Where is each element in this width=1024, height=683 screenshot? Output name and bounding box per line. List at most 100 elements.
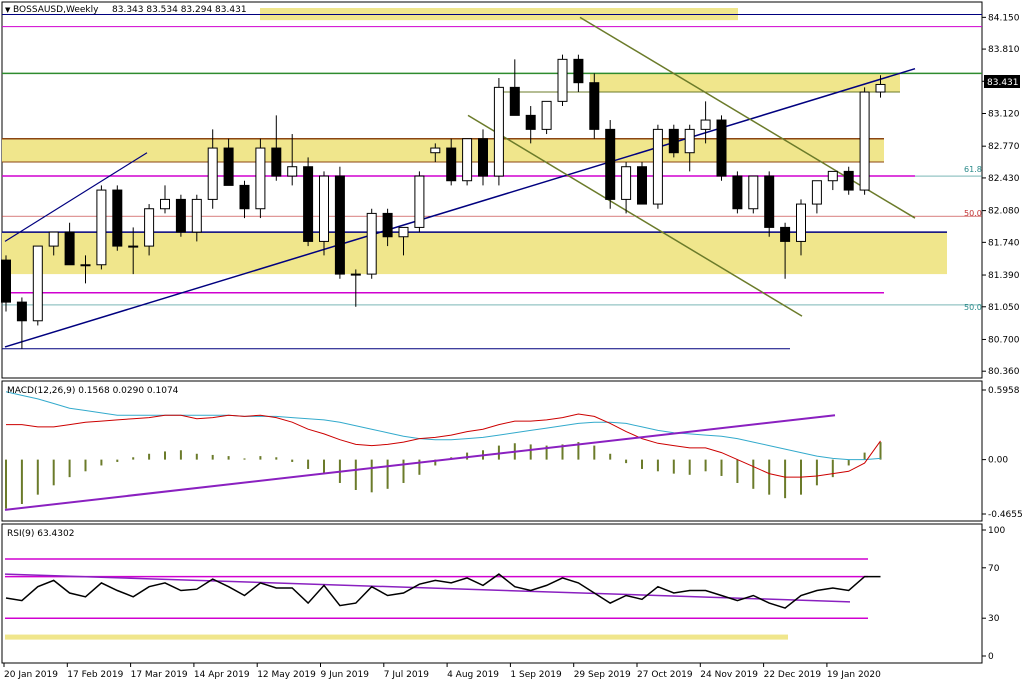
price-tick-label: 82.080 bbox=[988, 207, 1020, 217]
candle-body bbox=[478, 138, 488, 177]
candle bbox=[112, 185, 123, 251]
candle-body bbox=[446, 147, 457, 182]
candle-body bbox=[716, 119, 727, 177]
candle bbox=[96, 185, 107, 270]
price-tick-label: 82.430 bbox=[988, 174, 1020, 184]
candle-body bbox=[414, 175, 425, 228]
candle-body bbox=[589, 82, 600, 130]
time-tick-label: 9 Jun 2019 bbox=[321, 670, 370, 680]
candle-body bbox=[430, 147, 441, 154]
time-tick-label: 29 Sep 2019 bbox=[574, 670, 631, 680]
time-tick-label: 7 Jul 2019 bbox=[384, 670, 429, 680]
candle-body bbox=[525, 114, 536, 130]
candle-body bbox=[875, 83, 886, 93]
candle-body bbox=[191, 198, 202, 233]
candle bbox=[668, 124, 679, 158]
rsi-panel[interactable] bbox=[1, 523, 983, 664]
fib-label-618: 61.8 bbox=[964, 165, 982, 174]
candle-body bbox=[398, 226, 409, 238]
candle-body bbox=[382, 212, 393, 238]
price-tick-label: 81.390 bbox=[988, 271, 1020, 281]
candle-body bbox=[652, 128, 663, 205]
collapse-triangle-icon[interactable]: ▼ bbox=[5, 6, 11, 14]
candle-body bbox=[239, 184, 250, 210]
candle-body bbox=[732, 175, 743, 210]
candle-body bbox=[605, 128, 616, 200]
candle bbox=[589, 73, 600, 139]
candle-body bbox=[1, 259, 11, 303]
candle bbox=[732, 171, 743, 214]
candle bbox=[764, 171, 775, 237]
macd-tick-label: 0.5958 bbox=[988, 386, 1020, 396]
candle-body bbox=[319, 175, 329, 242]
time-tick-label: 1 Sep 2019 bbox=[510, 670, 562, 680]
candle bbox=[541, 100, 552, 135]
macd-panel[interactable] bbox=[1, 380, 983, 522]
candle-body bbox=[684, 128, 695, 154]
candle-body bbox=[64, 231, 75, 266]
candle bbox=[859, 87, 870, 195]
candle-body bbox=[462, 138, 473, 182]
candle bbox=[366, 208, 377, 279]
price-tick-label: 84.150 bbox=[988, 13, 1020, 23]
candle bbox=[414, 171, 425, 233]
candle bbox=[716, 115, 727, 181]
candle-body bbox=[764, 175, 775, 228]
candle bbox=[303, 157, 314, 247]
candle-body bbox=[271, 147, 282, 177]
time-tick-label: 14 Apr 2019 bbox=[194, 670, 250, 680]
candle-body bbox=[16, 301, 27, 322]
time-tick-label: 17 Feb 2019 bbox=[67, 670, 123, 680]
candle-body bbox=[493, 86, 504, 177]
candle-body bbox=[557, 58, 568, 102]
candle-body bbox=[700, 119, 711, 130]
time-tick-label: 20 Jan 2019 bbox=[4, 670, 58, 680]
price-tick-label: 80.700 bbox=[988, 335, 1020, 345]
rsi-tick-label: 100 bbox=[988, 526, 1005, 536]
candle-body bbox=[827, 170, 838, 182]
price-tick-label: 83.810 bbox=[988, 45, 1020, 55]
candle-body bbox=[287, 166, 298, 177]
candle-body bbox=[780, 226, 791, 242]
candle bbox=[605, 120, 616, 209]
last-price-label: 83.431 bbox=[987, 78, 1019, 88]
time-tick-label: 4 Aug 2019 bbox=[447, 670, 499, 680]
candle-body bbox=[843, 170, 854, 191]
candle bbox=[255, 138, 266, 219]
price-tick-label: 81.050 bbox=[988, 303, 1020, 313]
candle bbox=[334, 166, 345, 279]
candle-body bbox=[303, 166, 314, 242]
candle-body bbox=[509, 86, 520, 116]
time-tick-label: 22 Dec 2019 bbox=[764, 670, 822, 680]
rsi-label: RSI(9) 63.4302 bbox=[7, 529, 74, 539]
candle-body bbox=[175, 198, 186, 233]
candle-body bbox=[621, 166, 632, 200]
candle-body bbox=[223, 147, 234, 186]
trading-chart[interactable]: 84.15083.81083.46583.12082.77082.43082.0… bbox=[0, 0, 1024, 683]
candle bbox=[175, 194, 186, 237]
candle-body bbox=[859, 91, 870, 191]
time-tick-label: 19 Jan 2020 bbox=[827, 670, 881, 680]
candle bbox=[652, 124, 663, 209]
chart-ohlc: 83.343 83.534 83.294 83.431 bbox=[112, 5, 247, 15]
candle-body bbox=[112, 189, 123, 247]
zone-middle bbox=[2, 138, 884, 163]
candle-body bbox=[668, 128, 679, 154]
candle-body bbox=[541, 100, 552, 130]
candle-body bbox=[637, 166, 647, 205]
candle-body bbox=[796, 203, 806, 242]
zone-upper-right bbox=[590, 73, 900, 93]
macd-label: MACD(12,26,9) 0.1568 0.0290 0.1074 bbox=[7, 386, 179, 396]
candle-body bbox=[255, 147, 266, 210]
candle bbox=[462, 138, 473, 186]
price-panel[interactable] bbox=[1, 1, 983, 379]
candle-body bbox=[96, 189, 107, 266]
time-tick-label: 12 May 2019 bbox=[257, 670, 316, 680]
candle-body bbox=[128, 245, 139, 248]
price-tick-label: 83.120 bbox=[988, 110, 1020, 120]
candle-body bbox=[811, 180, 822, 205]
candle bbox=[843, 166, 854, 195]
rsi-tick-label: 70 bbox=[988, 564, 1000, 574]
candle-body bbox=[207, 147, 218, 200]
time-tick-label: 17 Mar 2019 bbox=[131, 670, 188, 680]
